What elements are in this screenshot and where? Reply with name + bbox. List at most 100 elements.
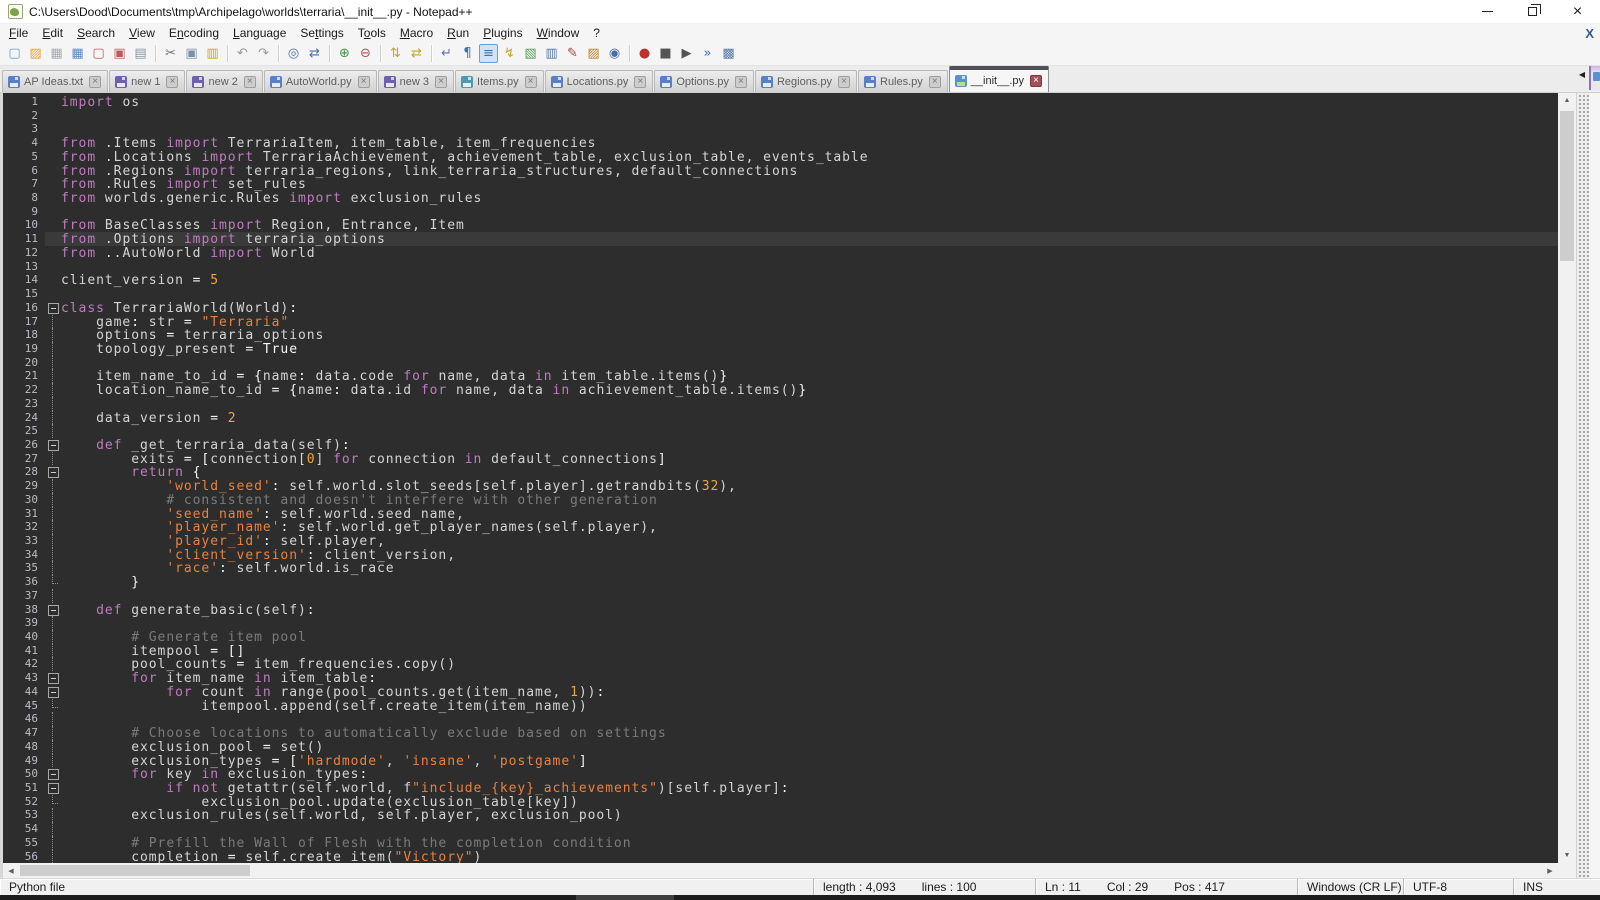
close-button[interactable]: × [1555,0,1600,23]
menu-item-edit[interactable]: Edit [35,25,70,41]
vertical-scrollbar-thumb[interactable] [1560,111,1574,261]
indent-guide-icon[interactable]: ≡ [479,44,498,63]
line-number[interactable]: 29 [3,479,45,493]
fold-toggle-icon[interactable] [45,301,61,315]
code-line-47[interactable]: 47 # Choose locations to automatically e… [3,726,1558,740]
line-number[interactable]: 5 [3,150,45,164]
status-encoding[interactable]: UTF-8 [1404,879,1514,895]
tab-new-2[interactable]: new 2× [186,70,262,92]
code-line-11[interactable]: 11from .Options import terraria_options [3,232,1558,246]
edit-external-icon[interactable]: ✎ [563,44,582,63]
code-line-36[interactable]: 36 } [3,575,1558,589]
code-line-33[interactable]: 33 'player_id': self.player, [3,534,1558,548]
panel-splitter[interactable] [1576,93,1589,878]
scroll-right-icon[interactable]: ▶ [1542,867,1558,875]
menu-item-?[interactable]: ? [586,25,607,41]
line-number[interactable]: 26 [3,438,45,452]
code-line-48[interactable]: 48 exclusion_pool = set() [3,740,1558,754]
line-number[interactable]: 16 [3,301,45,315]
show-all-characters-icon[interactable]: ¶ [458,44,477,63]
paste-icon[interactable]: ▥ [203,44,222,63]
line-number[interactable]: 42 [3,657,45,671]
code-line-51[interactable]: 51 if not getattr(self.world, f"include_… [3,781,1558,795]
fold-toggle-icon[interactable] [45,465,61,479]
code-line-54[interactable]: 54 [3,822,1558,836]
code-line-8[interactable]: 8from worlds.generic.Rules import exclus… [3,191,1558,205]
code-line-16[interactable]: 16class TerrariaWorld(World): [3,301,1558,315]
code-line-44[interactable]: 44 for count in range(pool_counts.get(it… [3,685,1558,699]
code-line-31[interactable]: 31 'seed_name': self.world.seed_name, [3,507,1558,521]
code-line-22[interactable]: 22 location_name_to_id = {name: data.id … [3,383,1558,397]
macro-stop-icon[interactable]: ■ [656,44,675,63]
minimize-button[interactable] [1465,0,1510,23]
menu-item-run[interactable]: Run [440,25,476,41]
code-line-46[interactable]: 46 [3,712,1558,726]
word-wrap-icon[interactable]: ↵ [437,44,456,63]
tab-items-py[interactable]: Items.py× [455,70,544,92]
line-number[interactable]: 22 [3,383,45,397]
code-line-28[interactable]: 28 return { [3,465,1558,479]
code-line-3[interactable]: 3 [3,122,1558,136]
tab-close-icon[interactable]: × [929,76,941,88]
line-number[interactable]: 27 [3,452,45,466]
tab-close-icon[interactable]: × [838,76,850,88]
tab-rules-py[interactable]: Rules.py× [858,70,948,92]
line-number[interactable]: 48 [3,740,45,754]
line-number[interactable]: 43 [3,671,45,685]
fold-toggle-icon[interactable] [45,781,61,795]
line-number[interactable]: 55 [3,836,45,850]
menu-item-plugins[interactable]: Plugins [476,25,529,41]
macro-play-icon[interactable]: ▶ [677,44,696,63]
sync-horizontal-icon[interactable]: ⇄ [407,44,426,63]
vertical-scrollbar[interactable]: ▲ ▼ [1558,93,1576,863]
menu-item-encoding[interactable]: Encoding [162,25,226,41]
code-line-12[interactable]: 12from ..AutoWorld import World [3,246,1558,260]
line-number[interactable]: 6 [3,164,45,178]
find-icon[interactable]: ◎ [284,44,303,63]
folder-workspace-icon[interactable]: ▨ [584,44,603,63]
code-line-1[interactable]: 1import os [3,95,1558,109]
line-number[interactable]: 28 [3,465,45,479]
code-line-35[interactable]: 35 'race': self.world.is_race [3,561,1558,575]
menu-item-tools[interactable]: Tools [351,25,393,41]
line-number[interactable]: 36 [3,575,45,589]
menu-item-language[interactable]: Language [226,25,293,41]
line-number[interactable]: 10 [3,218,45,232]
open-file-icon[interactable]: ▨ [26,44,45,63]
line-number[interactable]: 46 [3,712,45,726]
line-number[interactable]: 25 [3,424,45,438]
line-number[interactable]: 24 [3,411,45,425]
horizontal-scrollbar-thumb[interactable] [20,865,250,876]
line-number[interactable]: 19 [3,342,45,356]
menu-item-macro[interactable]: Macro [393,25,440,41]
document-list-icon[interactable]: ▥ [542,44,561,63]
function-list-icon[interactable]: ↯ [500,44,519,63]
document-map-icon[interactable]: ▧ [521,44,540,63]
line-number[interactable]: 33 [3,534,45,548]
line-number[interactable]: 30 [3,493,45,507]
save-icon[interactable]: ▦ [47,44,66,63]
code-line-13[interactable]: 13 [3,260,1558,274]
code-line-37[interactable]: 37 [3,589,1558,603]
line-number[interactable]: 39 [3,616,45,630]
line-number[interactable]: 21 [3,369,45,383]
status-eol-format[interactable]: Windows (CR LF) [1298,879,1404,895]
line-number[interactable]: 17 [3,315,45,329]
zoom-out-icon[interactable]: ⊖ [356,44,375,63]
line-number[interactable]: 40 [3,630,45,644]
line-number[interactable]: 51 [3,781,45,795]
code-line-17[interactable]: 17 game: str = "Terraria" [3,315,1558,329]
line-number[interactable]: 34 [3,548,45,562]
tab-close-icon[interactable]: × [634,76,646,88]
line-number[interactable]: 31 [3,507,45,521]
scroll-up-icon[interactable]: ▲ [1558,93,1576,108]
line-number[interactable]: 12 [3,246,45,260]
code-line-52[interactable]: 52 exclusion_pool.update(exclusion_table… [3,795,1558,809]
cut-icon[interactable]: ✂ [161,44,180,63]
undo-icon[interactable]: ↶ [233,44,252,63]
line-number[interactable]: 47 [3,726,45,740]
line-number[interactable]: 18 [3,328,45,342]
close-file-icon[interactable]: ▢ [89,44,108,63]
code-line-42[interactable]: 42 pool_counts = item_frequencies.copy() [3,657,1558,671]
tab-locations-py[interactable]: Locations.py× [545,70,654,92]
